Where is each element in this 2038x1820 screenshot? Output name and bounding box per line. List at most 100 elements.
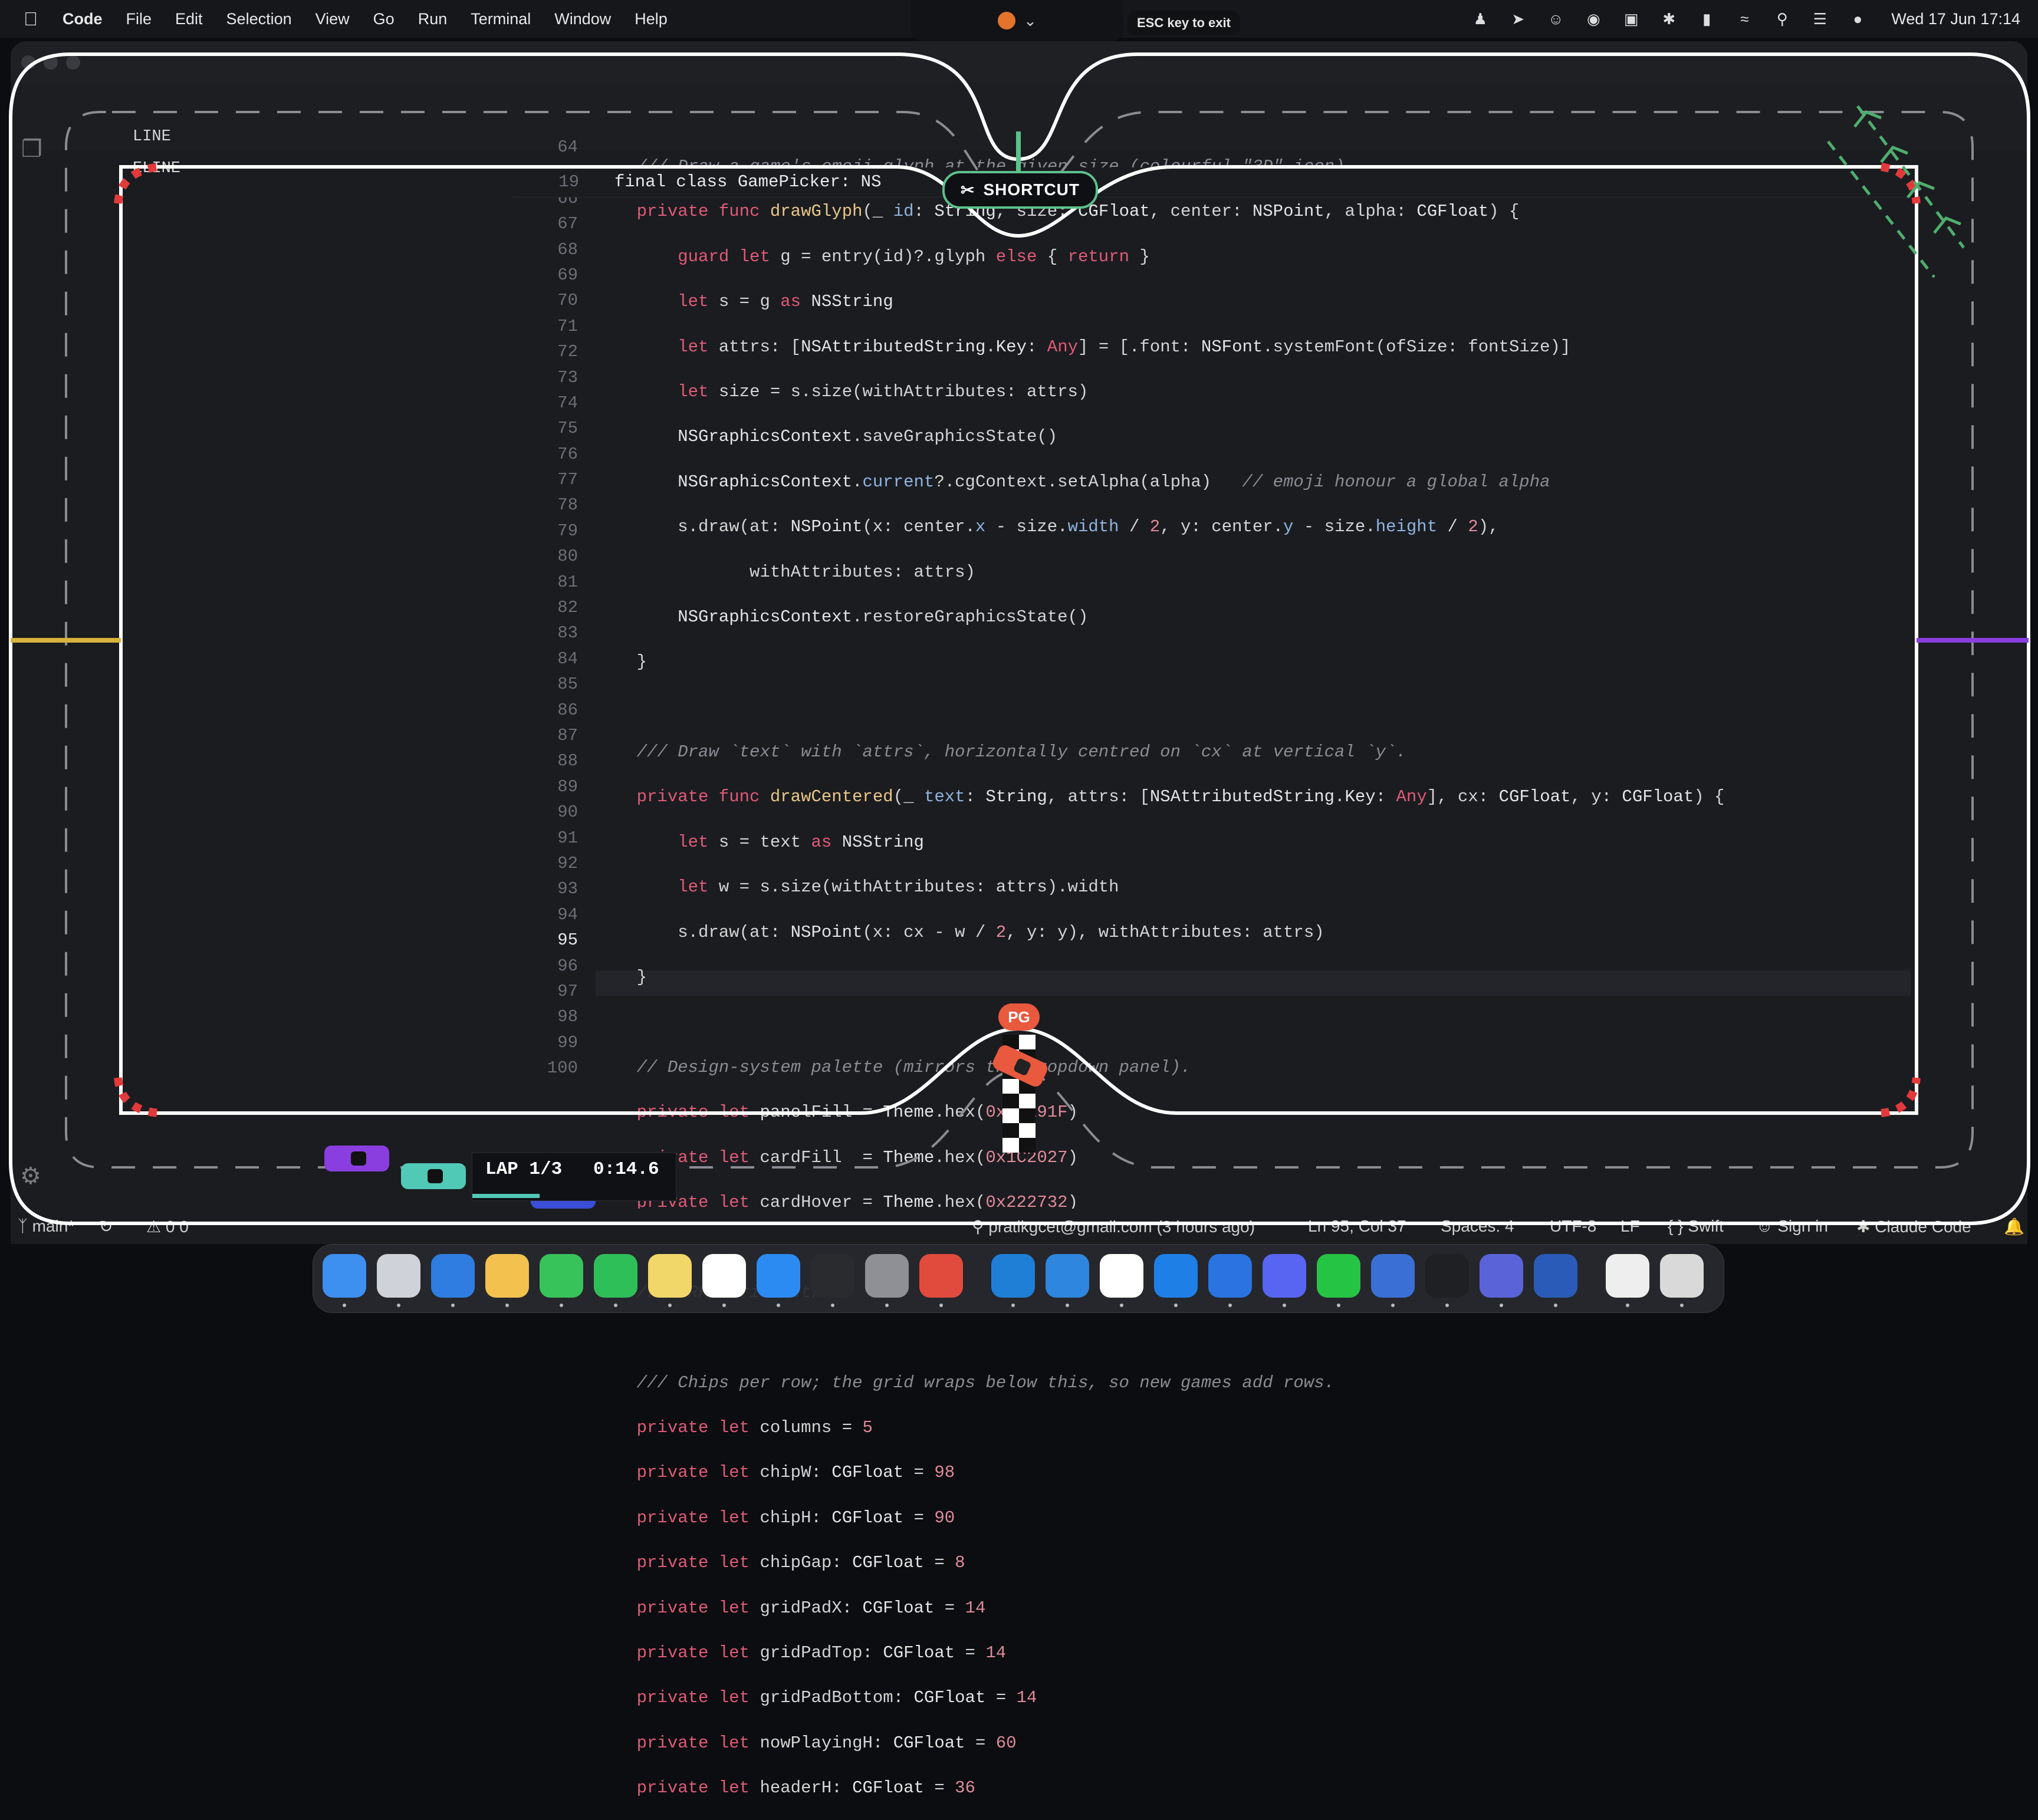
apple-menu-icon[interactable]: 	[24, 8, 40, 30]
gear-icon[interactable]: ⚙	[20, 1163, 41, 1190]
code-line: private let chipW: CGFloat = 98	[636, 1463, 955, 1483]
code-editor[interactable]: /// Draw a game's emoji glyph at the giv…	[596, 134, 1725, 1820]
line-number: 93	[557, 879, 578, 899]
focus-icon[interactable]: ◉	[1583, 9, 1603, 29]
line-number: 96	[557, 956, 578, 976]
menubar-clock[interactable]: Wed 17 Jun 17:14	[1891, 10, 2020, 28]
line-number: 69	[557, 265, 578, 285]
line-number: 73	[557, 367, 578, 387]
launchpad-icon[interactable]	[377, 1254, 420, 1298]
running-indicator	[1554, 1304, 1557, 1307]
language-mode[interactable]: { } Swift	[1668, 1217, 1724, 1236]
finder-icon[interactable]	[323, 1254, 366, 1298]
line-number: 99	[557, 1032, 578, 1052]
branch-name: main*	[32, 1217, 75, 1235]
word-icon[interactable]	[1534, 1254, 1577, 1298]
indentation[interactable]: Spaces: 4	[1441, 1217, 1514, 1236]
mail-icon[interactable]	[1208, 1254, 1252, 1298]
menu-selection[interactable]: Selection	[226, 10, 292, 28]
menu-terminal[interactable]: Terminal	[471, 10, 531, 28]
settings-icon[interactable]	[865, 1254, 909, 1298]
dock	[313, 1244, 1724, 1313]
menu-edit[interactable]: Edit	[175, 10, 203, 28]
safari-icon[interactable]	[431, 1254, 475, 1298]
app-menu[interactable]: Code	[63, 10, 103, 28]
notes-icon[interactable]	[648, 1254, 692, 1298]
shortcut-tag[interactable]: ✂ SHORTCUT	[942, 171, 1098, 209]
app-store-icon[interactable]	[757, 1254, 800, 1298]
battery-icon[interactable]: ▮	[1697, 9, 1717, 29]
sign-in[interactable]: ☺ Sign in	[1756, 1217, 1828, 1236]
document-icon[interactable]	[1606, 1254, 1649, 1298]
sticky-scroll-header[interactable]: 19 final class GamePicker: NS	[513, 167, 1911, 198]
running-indicator	[885, 1304, 889, 1307]
whatsapp-icon[interactable]	[1317, 1254, 1360, 1298]
line-number: 70	[557, 291, 578, 311]
git-blame[interactable]: ⚲ pratikgcet@gmail.com (3 hours ago)	[972, 1217, 1255, 1236]
outline-item[interactable]: LINE	[77, 121, 489, 153]
menu-view[interactable]: View	[315, 10, 350, 28]
quicktime-icon[interactable]	[1154, 1254, 1198, 1298]
line-number: 75	[557, 419, 578, 439]
code-line: NSGraphicsContext.restoreGraphicsState()	[678, 607, 1089, 627]
camera-off-icon[interactable]: ▣	[1621, 9, 1641, 29]
vscode-icon[interactable]	[991, 1254, 1035, 1298]
bluetooth-icon[interactable]: ✱	[1659, 9, 1679, 29]
messages-icon[interactable]	[540, 1254, 583, 1298]
cursor-position[interactable]: Ln 95, Col 37	[1308, 1217, 1406, 1236]
wifi-icon[interactable]: ≈	[1734, 9, 1754, 29]
photos-icon[interactable]	[485, 1254, 529, 1298]
running-indicator	[1680, 1304, 1684, 1307]
branch-status[interactable]: ᛉ main*	[18, 1217, 74, 1236]
zoom-window-button[interactable]	[66, 55, 80, 70]
teams-icon[interactable]	[1480, 1254, 1523, 1298]
menu-window[interactable]: Window	[554, 10, 611, 28]
people-icon[interactable]: ☺	[1546, 9, 1566, 29]
line-ending[interactable]: LF	[1620, 1217, 1640, 1236]
assistant-status[interactable]: ✱ Claude Code	[1856, 1217, 1971, 1236]
problems-count: 0 0	[165, 1217, 189, 1236]
code-line: NSGraphicsContext.saveGraphicsState()	[678, 427, 1058, 447]
accessibility-icon[interactable]: ♟	[1470, 9, 1490, 29]
code-line: private let headerH: CGFloat = 36	[636, 1778, 975, 1798]
menu-help[interactable]: Help	[635, 10, 668, 28]
menu-file[interactable]: File	[126, 10, 152, 28]
facetime-icon[interactable]	[594, 1254, 637, 1298]
discord-icon[interactable]	[1263, 1254, 1306, 1298]
outline-item[interactable]: ELINE	[77, 153, 489, 185]
docker-icon[interactable]	[1046, 1254, 1089, 1298]
running-indicator	[831, 1304, 834, 1307]
code-line: withAttributes: attrs)	[596, 562, 975, 582]
menu-run[interactable]: Run	[418, 10, 448, 28]
bell-icon[interactable]: 🔔	[2004, 1217, 2024, 1236]
chrome-icon[interactable]	[702, 1254, 746, 1298]
explorer-icon[interactable]: ❐	[21, 136, 51, 165]
running-indicator	[722, 1304, 726, 1307]
slack-icon[interactable]	[1100, 1254, 1143, 1298]
activity-monitor-icon[interactable]	[1425, 1254, 1469, 1298]
problems-status[interactable]: ⚠ 0 0	[146, 1217, 189, 1236]
line-number: 98	[557, 1007, 578, 1027]
encoding[interactable]: UTF-8	[1550, 1217, 1596, 1236]
running-indicator	[1066, 1304, 1069, 1307]
terminal-icon[interactable]	[811, 1254, 854, 1298]
code-line: let s = text as NSString	[678, 832, 924, 852]
control-center-icon[interactable]: ☰	[1810, 9, 1830, 29]
line-number: 81	[557, 572, 578, 592]
rocket-icon[interactable]: ➤	[1508, 9, 1528, 29]
search-icon[interactable]: ⚲	[1772, 9, 1792, 29]
code-line: private let columns = 5	[636, 1417, 873, 1437]
minimize-window-button[interactable]	[44, 55, 58, 70]
siri-icon[interactable]: ●	[1848, 9, 1868, 29]
line-number: 84	[557, 649, 578, 669]
trash-icon[interactable]	[1660, 1254, 1704, 1298]
sync-icon[interactable]: ↻	[99, 1217, 113, 1236]
xcode-icon[interactable]	[1371, 1254, 1415, 1298]
menu-go[interactable]: Go	[373, 10, 395, 28]
close-window-button[interactable]	[21, 55, 35, 70]
music-icon[interactable]	[919, 1254, 963, 1298]
game-picker-pill[interactable]: ⌄	[911, 0, 1123, 41]
line-number: 71	[557, 316, 578, 336]
